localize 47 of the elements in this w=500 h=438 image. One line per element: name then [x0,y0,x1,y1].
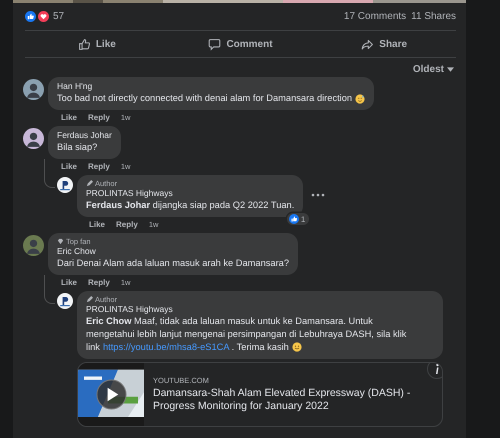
comment-author[interactable]: Han H'ng [57,81,366,91]
pencil-icon [86,180,93,187]
avatar[interactable] [23,79,44,100]
comment-action-link[interactable]: Reply [116,220,138,228]
comment-text: Dari Denai Alam ada laluan masuk arah ke Damansara? [57,257,290,270]
comment-action-link[interactable]: Reply [88,112,110,122]
speech-bubble-icon [208,38,222,50]
comment-action-link[interactable]: Reply [88,278,110,286]
shares-count[interactable]: 11 Shares [411,11,456,22]
comment-button[interactable]: Comment [168,31,312,57]
comment-text: Eric Chow Maaf, tidak ada laluan masuk untuk ke Damansara. Untuk mengetahui lebih lanjut mengenai persimpangan di Lebuhraya DASH, sila klik link https://youtu.be/mhsa8-eS1CA . Terima kasih [86,315,408,354]
comment-text: Too bad not directly connected with denai alam for Damansara direction [57,92,352,105]
pencil-icon [86,296,93,303]
share-arrow-icon [361,38,374,50]
comment-author[interactable]: PROLINTAS Highways [86,188,294,198]
play-icon[interactable] [96,379,127,410]
comment-author[interactable]: Eric Chow [57,246,290,256]
thumbs-up-icon [78,38,91,50]
caret-icon [447,67,454,72]
comment-action-link[interactable]: Like [89,220,106,228]
thread-line [44,159,55,188]
comment-text: Ferdaus Johar dijangka siap pada Q2 2022 Tuan. [86,199,294,212]
comment-action-link[interactable]: Like [61,112,78,122]
comment-action-link[interactable]: Reply [88,162,110,170]
video-link[interactable]: https://youtu.be/mhsa8-eS1CA [102,342,230,352]
thread-line [44,275,55,304]
sweat-smile-emoji-icon [355,94,366,104]
avatar[interactable] [57,293,73,309]
reaction-count[interactable]: 57 [53,11,64,22]
comment-author[interactable]: Ferdaus Johar [57,130,112,140]
link-title: Damansara-Shah Alam Elevated Expressway (DASH) - Progress Monitoring for January 2022 [153,387,412,413]
love-reaction-icon [38,11,49,22]
sort-dropdown[interactable]: Oldest [412,64,454,75]
comment-action-link[interactable]: Like [61,278,78,286]
reaction-count-badge[interactable]: 1 [286,213,310,225]
diamond-icon [57,238,64,245]
comment-text: Bila siap? [57,141,98,154]
like-reaction-icon [25,11,36,22]
like-reaction-icon [288,214,299,224]
avatar[interactable] [57,177,73,193]
share-button[interactable]: Share [312,31,456,57]
like-button[interactable]: Like [25,31,169,57]
avatar[interactable] [23,128,44,149]
comment-action-link[interactable]: Like [61,162,78,170]
comment-author[interactable]: PROLINTAS Highways [86,304,434,314]
comments-count[interactable]: 17 Comments [344,11,406,22]
smiley-icon [292,342,302,352]
